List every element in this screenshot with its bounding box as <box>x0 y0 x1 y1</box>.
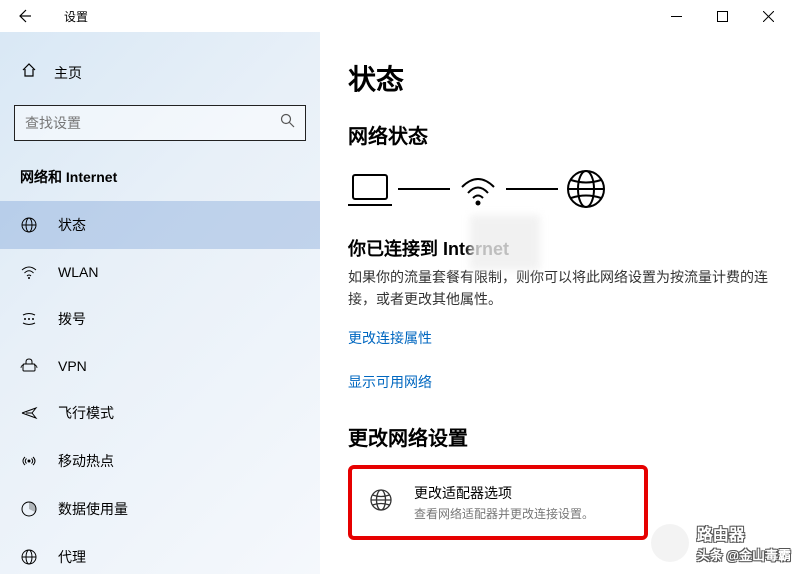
proxy-icon <box>20 548 38 566</box>
home-icon <box>20 62 38 83</box>
status-icon <box>20 216 38 234</box>
sidebar-item-label: WLAN <box>58 264 98 280</box>
adapter-globe-icon <box>368 487 394 518</box>
network-status-heading: 网络状态 <box>348 120 779 149</box>
computer-icon <box>348 169 392 209</box>
sidebar-item-label: 数据使用量 <box>58 499 128 519</box>
home-label: 主页 <box>54 63 82 83</box>
diagram-line <box>398 188 450 190</box>
arrow-left-icon <box>16 8 32 24</box>
sidebar-item-label: VPN <box>58 358 87 374</box>
sidebar-item-label: 拨号 <box>58 309 86 329</box>
link-change-connection-props[interactable]: 更改连接属性 <box>348 328 779 348</box>
sidebar-item-hotspot[interactable]: 移动热点 <box>0 437 320 485</box>
data-usage-icon <box>20 500 38 518</box>
adapter-option-desc: 查看网络适配器并更改连接设置。 <box>414 505 594 522</box>
window-title: 设置 <box>64 8 88 25</box>
maximize-button[interactable] <box>699 0 745 32</box>
page-title: 状态 <box>348 58 779 98</box>
network-diagram <box>348 167 779 211</box>
home-button[interactable]: 主页 <box>0 52 320 93</box>
adapter-option-title: 更改适配器选项 <box>414 483 594 503</box>
change-network-settings-heading: 更改网络设置 <box>348 422 779 451</box>
sidebar-item-vpn[interactable]: VPN <box>0 343 320 389</box>
vpn-icon <box>20 357 38 375</box>
watermark-sub: 头条 @金山毒霸 <box>697 545 791 564</box>
window-controls <box>653 0 791 32</box>
watermark: 路由器 头条 @金山毒霸 <box>651 521 791 564</box>
connection-title: 你已连接到 Internet <box>348 235 779 261</box>
sidebar-item-label: 代理 <box>58 547 86 567</box>
wifi-icon <box>20 263 38 281</box>
adapter-options-button[interactable]: 更改适配器选项 查看网络适配器并更改连接设置。 <box>348 465 648 540</box>
search-box[interactable] <box>14 105 306 141</box>
watermark-logo <box>651 524 689 562</box>
sidebar-item-data-usage[interactable]: 数据使用量 <box>0 485 320 533</box>
sidebar: 主页 网络和 Internet 状态 WLAN 拨号 <box>0 32 320 574</box>
diagram-line <box>506 188 558 190</box>
minimize-button[interactable] <box>653 0 699 32</box>
sidebar-item-airplane[interactable]: 飞行模式 <box>0 389 320 437</box>
maximize-icon <box>717 11 728 22</box>
link-show-available-networks[interactable]: 显示可用网络 <box>348 372 779 392</box>
titlebar: 设置 <box>0 0 799 32</box>
wifi-signal-icon <box>456 167 500 211</box>
blurred-region <box>470 215 540 270</box>
sidebar-item-label: 状态 <box>58 215 86 235</box>
category-header: 网络和 Internet <box>0 159 320 201</box>
minimize-icon <box>671 11 682 22</box>
sidebar-item-dialup[interactable]: 拨号 <box>0 295 320 343</box>
dialup-icon <box>20 310 38 328</box>
search-input[interactable] <box>25 115 280 131</box>
airplane-icon <box>20 404 38 422</box>
sidebar-item-proxy[interactable]: 代理 <box>0 533 320 574</box>
watermark-brand: 路由器 <box>697 521 791 545</box>
connection-desc: 如果你的流量套餐有限制，则你可以将此网络设置为按流量计费的连接，或者更改其他属性… <box>348 267 768 310</box>
sidebar-item-status[interactable]: 状态 <box>0 201 320 249</box>
sidebar-item-label: 移动热点 <box>58 451 114 471</box>
search-icon <box>280 113 295 133</box>
close-icon <box>763 11 774 22</box>
sidebar-item-label: 飞行模式 <box>58 403 114 423</box>
main-panel: 状态 网络状态 你已连接到 Internet 如果你的流量套餐有限制，则你可以将… <box>320 32 799 574</box>
close-button[interactable] <box>745 0 791 32</box>
back-button[interactable] <box>8 0 40 32</box>
hotspot-icon <box>20 452 38 470</box>
globe-icon <box>564 167 608 211</box>
sidebar-item-wlan[interactable]: WLAN <box>0 249 320 295</box>
